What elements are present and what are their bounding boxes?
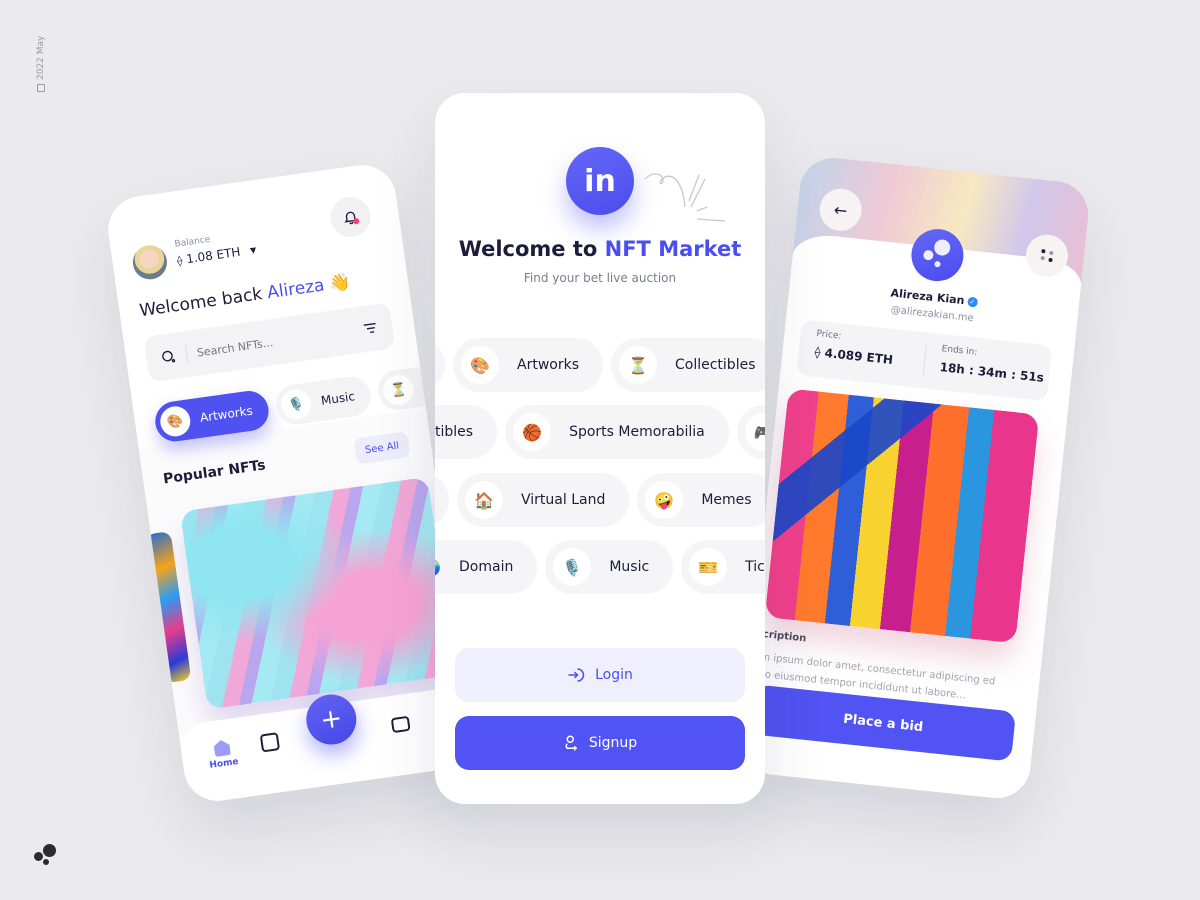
welcome-subtitle: Find your bet live auction bbox=[523, 271, 677, 285]
category-chip-artworks[interactable]: 🎨 Artworks bbox=[453, 338, 603, 392]
welcome-screen: in Welcome to NFT Market Find your bet l… bbox=[435, 93, 765, 804]
hourglass-icon: ⏳ bbox=[619, 346, 657, 384]
gamepad-icon: 🎮 bbox=[744, 413, 765, 451]
nft-detail-screen: ← Alireza Kian ✓ @alirezakian.me Price: ⟠… bbox=[738, 154, 1092, 802]
search-icon bbox=[162, 350, 176, 363]
house-icon: 🏠 bbox=[465, 481, 503, 519]
category-chip-partial[interactable] bbox=[435, 338, 445, 392]
category-row-2: tibles 🏀 Sports Memorabilia 🎮 bbox=[435, 405, 765, 459]
palette-icon: 🎨 bbox=[158, 404, 193, 439]
dots-icon bbox=[1040, 248, 1054, 263]
app-logo: in bbox=[566, 147, 634, 215]
login-button[interactable]: Login bbox=[455, 648, 745, 702]
search-input[interactable] bbox=[196, 324, 354, 360]
ticket-icon: 🎫 bbox=[689, 548, 728, 586]
nav-home[interactable]: Home bbox=[206, 738, 239, 771]
category-chip-music[interactable]: 🎙️ Music bbox=[545, 540, 674, 594]
category-chip-sports-memorabilia[interactable]: 🏀 Sports Memorabilia bbox=[505, 405, 729, 459]
add-user-icon bbox=[565, 735, 577, 751]
arrow-left-icon: ← bbox=[832, 199, 849, 220]
wave-emoji: 👋 bbox=[328, 271, 353, 295]
date-note: 2022 May bbox=[36, 36, 46, 92]
signup-button[interactable]: Signup bbox=[455, 716, 745, 770]
login-icon bbox=[568, 668, 585, 682]
see-all-button[interactable]: See All bbox=[353, 431, 411, 465]
home-icon bbox=[213, 739, 231, 757]
category-chip-tickets[interactable]: 🎫 Tic bbox=[681, 540, 765, 594]
category-chip-virtual-land[interactable]: 🏠 Virtual Land bbox=[457, 473, 630, 527]
divider bbox=[922, 344, 928, 377]
countdown-timer: 18h : 34m : 51s bbox=[939, 360, 1045, 385]
category-row-1: 🎨 Artworks ⏳ Collectibles bbox=[435, 338, 765, 392]
category-chip-domain[interactable]: 🌍 Domain bbox=[435, 540, 538, 594]
palette-icon: 🎨 bbox=[461, 346, 499, 384]
filter-icon[interactable] bbox=[361, 320, 379, 336]
nft-card-featured[interactable] bbox=[179, 476, 456, 710]
price-value: ⟠ 4.089 ETH bbox=[813, 344, 894, 368]
search-divider bbox=[184, 345, 189, 364]
category-chip-collectibles-partial[interactable]: tibles bbox=[435, 405, 498, 459]
category-row-3: 🏠 Virtual Land 🤪 Memes bbox=[435, 473, 765, 527]
nft-card-previous[interactable] bbox=[144, 531, 192, 684]
category-chip-partial[interactable] bbox=[435, 473, 449, 527]
doodle-decoration bbox=[644, 173, 726, 222]
ethereum-icon: ⟠ bbox=[176, 253, 184, 268]
category-chip-memes[interactable]: 🤪 Memes bbox=[637, 473, 765, 527]
store-icon[interactable] bbox=[259, 732, 281, 753]
zany-face-icon: 🤪 bbox=[645, 481, 684, 519]
ends-in-label: Ends in: bbox=[941, 344, 978, 358]
home-screen: Balance ⟠ 1.08 ETH ▼ Welcome back Alirez… bbox=[103, 160, 477, 806]
basketball-icon: 🏀 bbox=[513, 413, 552, 451]
price-label: Price: bbox=[815, 328, 842, 342]
date-text: 2022 May bbox=[36, 35, 46, 80]
category-chip-gaming[interactable]: 🎮 bbox=[736, 405, 765, 459]
brand-logo bbox=[34, 844, 58, 866]
category-row-4: 🌍 Domain 🎙️ Music 🎫 Tic bbox=[435, 540, 765, 594]
caret-down-icon: ▼ bbox=[249, 244, 257, 255]
category-chip-collectibles[interactable]: ⏳ Collectibles bbox=[611, 338, 765, 392]
calendar-icon bbox=[37, 84, 45, 92]
welcome-title: Welcome to NFT Market bbox=[458, 237, 742, 261]
globe-icon: 🌍 bbox=[435, 548, 441, 586]
popular-nfts-title: Popular NFTs bbox=[162, 457, 267, 488]
hourglass-icon: ⏳ bbox=[381, 373, 416, 407]
nft-artwork[interactable] bbox=[764, 388, 1040, 644]
wallet-icon[interactable] bbox=[390, 715, 411, 734]
microphone-icon: 🎙️ bbox=[553, 548, 592, 586]
microphone-icon: 🎙️ bbox=[279, 387, 314, 422]
verified-badge-icon: ✓ bbox=[966, 296, 978, 308]
